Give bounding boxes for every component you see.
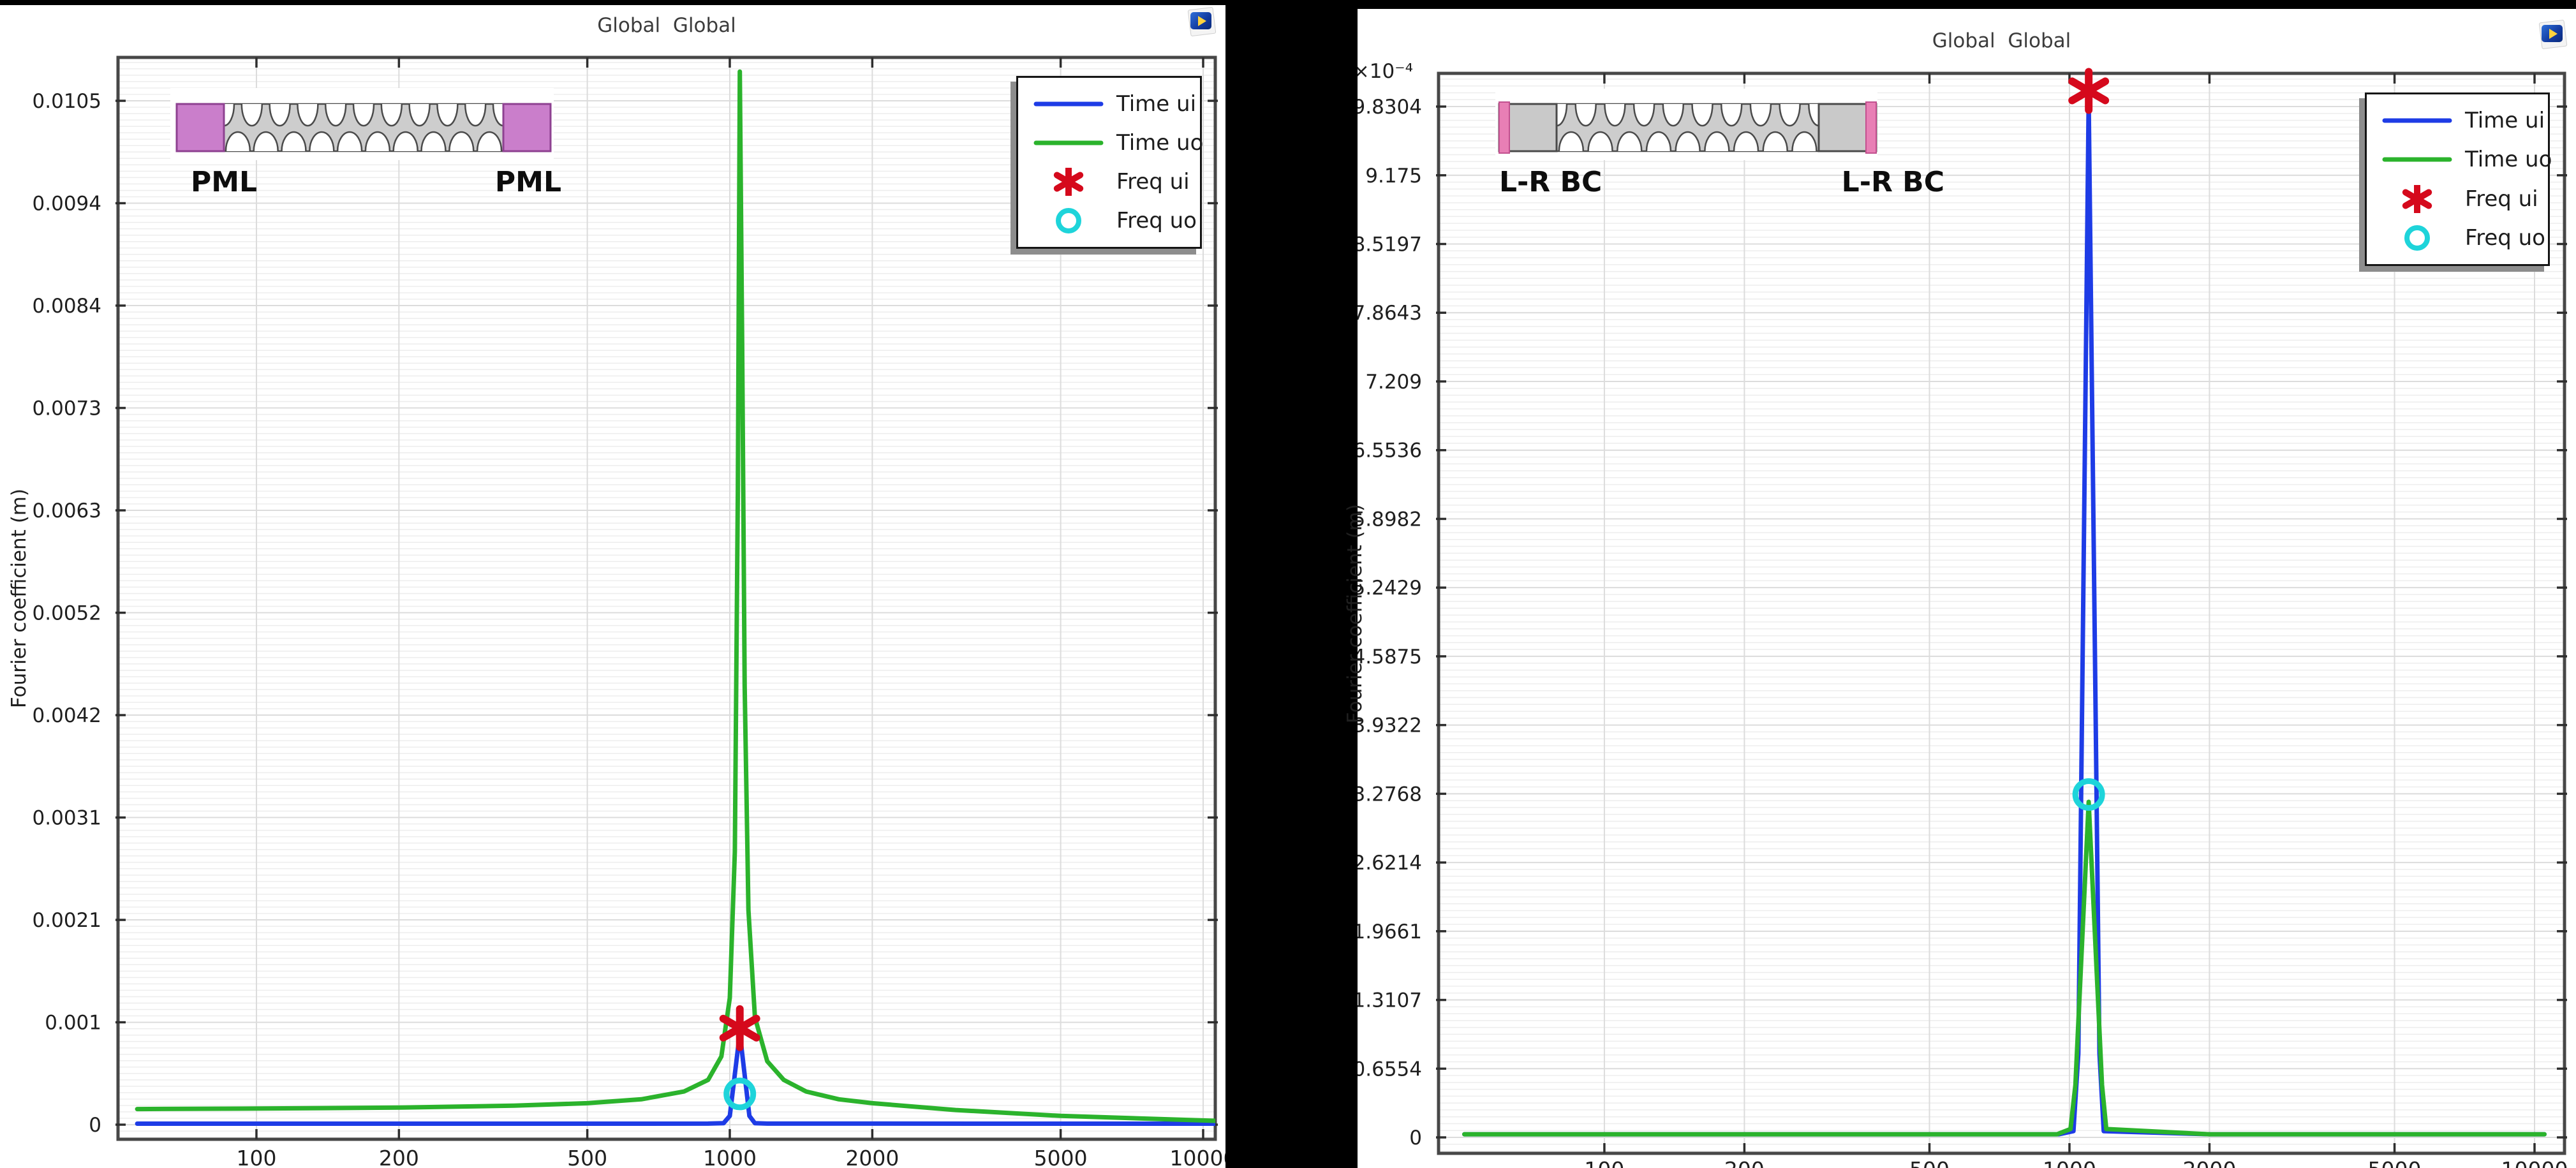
legend-marker-freq-uo [1030,207,1107,235]
svg-text:2.6214: 2.6214 [1358,852,1422,875]
legend-label: Time uo [1116,130,1203,156]
svg-text:100: 100 [236,1146,276,1168]
legend-item: Freq ui [1018,168,1200,196]
svg-text:0: 0 [89,1114,101,1137]
inset-label: PML [191,166,257,198]
svg-text:5.8982: 5.8982 [1358,508,1422,531]
legend-item: Time uo [2367,145,2548,174]
icon-blue-square [2542,25,2563,42]
legend-marker-time-uo [2378,145,2456,174]
legend-item: Freq uo [2367,224,2548,252]
legend-item: Time ui [1018,90,1200,118]
axis-tick-labels: 100 200 500 1000 2000 5000 10000 0 0.001 0.0021 0.… [33,90,1225,1168]
svg-text:0.0052: 0.0052 [33,602,101,625]
svg-text:0.0094: 0.0094 [33,193,101,216]
legend-item: Time ui [2367,107,2548,135]
geometry-inset: L-R BC L-R BC [1495,82,1944,198]
svg-text:200: 200 [379,1146,419,1168]
comsol-plot-icon[interactable] [2539,20,2566,47]
legend-box: Time ui Time uo Freq ui Freq uo [2365,92,2550,266]
svg-text:0.001: 0.001 [45,1012,101,1035]
svg-text:1.3107: 1.3107 [1358,989,1422,1012]
svg-text:1.9661: 1.9661 [1358,920,1422,943]
plot-window-left: Global Global PMLPML10020050010002000500… [0,5,1225,1168]
legend-label: Freq uo [1116,208,1197,233]
svg-text:5000: 5000 [1034,1146,1088,1168]
svg-text:500: 500 [567,1146,607,1168]
comsol-plot-icon[interactable] [1188,8,1215,34]
legend-marker-time-ui [2378,107,2456,135]
legend-marker-freq-ui [2378,185,2456,213]
svg-text:0.6554: 0.6554 [1358,1058,1422,1081]
legend-label: Time ui [1116,91,1196,117]
desktop-background: Global Global PMLPML10020050010002000500… [0,0,2576,1168]
svg-text:2000: 2000 [845,1146,899,1168]
svg-text:1000: 1000 [2043,1157,2096,1168]
svg-text:500: 500 [1909,1157,1950,1168]
inset-label: L-R BC [1499,166,1602,198]
legend-label: Time uo [2465,147,2552,172]
svg-text:0.0063: 0.0063 [33,499,101,522]
svg-text:0.0042: 0.0042 [33,704,101,727]
svg-text:4.5875: 4.5875 [1358,646,1422,669]
svg-text:10000: 10000 [1169,1146,1225,1168]
svg-text:0.0021: 0.0021 [33,909,101,932]
svg-text:0: 0 [1409,1127,1422,1150]
svg-text:5.2429: 5.2429 [1358,577,1422,600]
y-axis-label: Fourier coefficient (m) [8,489,31,708]
inset-label: L-R BC [1842,166,1944,198]
svg-text:7.8643: 7.8643 [1358,302,1422,325]
svg-text:9.8304: 9.8304 [1358,96,1422,119]
svg-text:10000: 10000 [2501,1157,2568,1168]
svg-text:9.175: 9.175 [1365,165,1422,188]
icon-play-triangle [1198,16,1206,26]
icon-play-triangle [2549,29,2557,39]
legend-marker-time-uo [1030,129,1107,157]
legend-label: Freq ui [1116,169,1190,195]
icon-blue-square [1190,12,1211,29]
legend-label: Freq ui [2465,186,2538,212]
plot-window-right: Global Global L-R BCL-R BC10020050010002… [1358,9,2576,1168]
legend-label: Time ui [2465,108,2545,133]
legend-item: Freq uo [1018,207,1200,235]
legend-box: Time ui Time uo Freq ui Freq uo [1016,76,1202,249]
legend-item: Freq ui [2367,185,2548,213]
svg-text:0.0031: 0.0031 [33,807,101,830]
geometry-inset: PML PML [170,82,561,198]
svg-text:7.209: 7.209 [1365,371,1422,394]
legend-marker-freq-ui [1030,168,1107,196]
svg-text:200: 200 [1724,1157,1765,1168]
legend-label: Freq uo [2465,225,2545,251]
svg-text:0.0073: 0.0073 [33,397,101,420]
svg-text:6.5536: 6.5536 [1358,440,1422,462]
svg-text:0.0105: 0.0105 [33,90,101,113]
y-axis-label: Fourier coefficient (m) [1344,504,1366,723]
svg-text:3.9322: 3.9322 [1358,714,1422,737]
y-axis-multiplier: ×10⁻⁴ [1358,60,1413,83]
legend-item: Time uo [1018,129,1200,157]
svg-text:0.0084: 0.0084 [33,295,101,318]
svg-text:1000: 1000 [703,1146,757,1168]
inset-label: PML [495,166,561,198]
legend-marker-time-ui [1030,90,1107,118]
legend-marker-freq-uo [2378,224,2456,252]
svg-text:3.2768: 3.2768 [1358,783,1422,806]
svg-text:5000: 5000 [2368,1157,2422,1168]
svg-text:2000: 2000 [2182,1157,2236,1168]
svg-text:8.5197: 8.5197 [1358,233,1422,256]
svg-text:100: 100 [1584,1157,1624,1168]
